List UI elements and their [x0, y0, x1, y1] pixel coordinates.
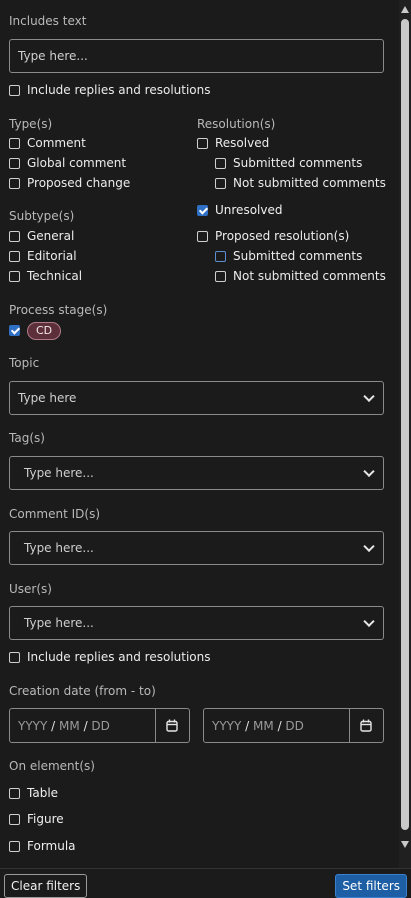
proposed-submitted-label: Submitted comments: [233, 249, 363, 263]
tags-select[interactable]: Type here...: [9, 456, 384, 490]
date-from-text: YYYY / MM / DD: [18, 718, 110, 733]
date-from-year: YYYY: [18, 718, 48, 733]
date-to-text: YYYY / MM / DD: [212, 718, 304, 733]
includes-text-label: Includes text: [9, 14, 87, 28]
set-filters-button[interactable]: Set filters: [335, 874, 407, 898]
chevron-down-icon: [363, 390, 375, 403]
element-formula-label: Formula: [27, 839, 76, 853]
topic-placeholder: Type here: [18, 391, 77, 405]
type-proposed-change-label: Proposed change: [27, 176, 131, 190]
tags-placeholder: Type here...: [24, 466, 94, 480]
scrollbar[interactable]: [399, 0, 411, 868]
calendar-icon[interactable]: [349, 709, 383, 742]
users-placeholder: Type here...: [24, 616, 94, 630]
comment-ids-placeholder: Type here...: [24, 541, 94, 555]
resolved-not-submitted-label: Not submitted comments: [233, 176, 386, 190]
type-global-comment-label: Global comment: [27, 156, 127, 170]
date-to-year: YYYY: [212, 718, 242, 733]
calendar-icon[interactable]: [155, 709, 189, 742]
unresolved-label: Unresolved: [215, 203, 283, 217]
topic-select[interactable]: Type here: [9, 381, 384, 415]
subtype-editorial-label: Editorial: [27, 249, 77, 263]
comment-ids-select[interactable]: Type here...: [9, 531, 384, 565]
element-formula-checkbox[interactable]: [9, 841, 20, 852]
subtypes-label: Subtype(s): [9, 209, 75, 223]
scroll-down-arrow-icon[interactable]: [401, 841, 409, 848]
chevron-down-icon: [363, 615, 375, 628]
proposed-not-submitted-checkbox[interactable]: [215, 271, 226, 282]
date-to-input[interactable]: YYYY / MM / DD: [203, 708, 384, 743]
users-label: User(s): [9, 582, 52, 596]
scrollbar-thumb[interactable]: [401, 19, 409, 830]
chevron-down-icon: [363, 540, 375, 553]
comment-ids-label: Comment ID(s): [9, 507, 101, 521]
type-comment-checkbox[interactable]: [9, 138, 20, 149]
proposed-submitted-checkbox[interactable]: [215, 251, 226, 262]
subtype-general-label: General: [27, 229, 75, 243]
resolved-not-submitted-checkbox[interactable]: [215, 178, 226, 189]
creation-date-label: Creation date (from - to): [9, 684, 156, 698]
resolved-label: Resolved: [215, 136, 270, 150]
includes-text-input[interactable]: Type here...: [9, 39, 384, 73]
type-global-comment-checkbox[interactable]: [9, 158, 20, 169]
proposed-resolution-checkbox[interactable]: [197, 231, 208, 242]
subtype-technical-checkbox[interactable]: [9, 271, 20, 282]
subtype-general-checkbox[interactable]: [9, 231, 20, 242]
topic-label: Topic: [9, 356, 40, 370]
scroll-up-arrow-icon[interactable]: [401, 6, 409, 13]
types-label: Type(s): [9, 117, 53, 131]
type-proposed-change-checkbox[interactable]: [9, 178, 20, 189]
users-include-replies-checkbox[interactable]: [9, 652, 20, 663]
resolved-submitted-checkbox[interactable]: [215, 158, 226, 169]
element-figure-checkbox[interactable]: [9, 814, 20, 825]
subtype-technical-label: Technical: [27, 269, 83, 283]
element-table-label: Table: [27, 786, 59, 800]
process-stage-checkbox[interactable]: [9, 325, 20, 336]
proposed-not-submitted-label: Not submitted comments: [233, 269, 386, 283]
resolved-submitted-label: Submitted comments: [233, 156, 363, 170]
date-from-month: MM: [59, 718, 80, 733]
on-element-label: On element(s): [9, 759, 95, 773]
users-include-replies-label: Include replies and resolutions: [27, 650, 211, 664]
resolutions-label: Resolution(s): [197, 117, 276, 131]
chevron-down-icon: [363, 465, 375, 478]
element-table-checkbox[interactable]: [9, 788, 20, 799]
users-select[interactable]: Type here...: [9, 606, 384, 640]
date-to-month: MM: [253, 718, 274, 733]
proposed-resolution-label: Proposed resolution(s): [215, 229, 350, 243]
footer-bar: Clear filters Set filters: [0, 868, 411, 898]
clear-filters-button[interactable]: Clear filters: [4, 874, 88, 898]
subtype-editorial-checkbox[interactable]: [9, 251, 20, 262]
tags-label: Tag(s): [9, 431, 45, 445]
includes-text-placeholder: Type here...: [18, 49, 88, 63]
date-from-day: DD: [91, 718, 110, 733]
date-from-input[interactable]: YYYY / MM / DD: [9, 708, 190, 743]
process-stage-label: Process stage(s): [9, 303, 108, 317]
date-to-day: DD: [285, 718, 304, 733]
include-replies-label: Include replies and resolutions: [27, 83, 211, 97]
unresolved-checkbox[interactable]: [197, 205, 208, 216]
filter-panel: Includes text Type here... Include repli…: [0, 0, 399, 868]
type-comment-label: Comment: [27, 136, 86, 150]
include-replies-checkbox[interactable]: [9, 85, 20, 96]
resolved-checkbox[interactable]: [197, 138, 208, 149]
process-stage-chip[interactable]: CD: [27, 322, 62, 340]
element-figure-label: Figure: [27, 812, 64, 826]
